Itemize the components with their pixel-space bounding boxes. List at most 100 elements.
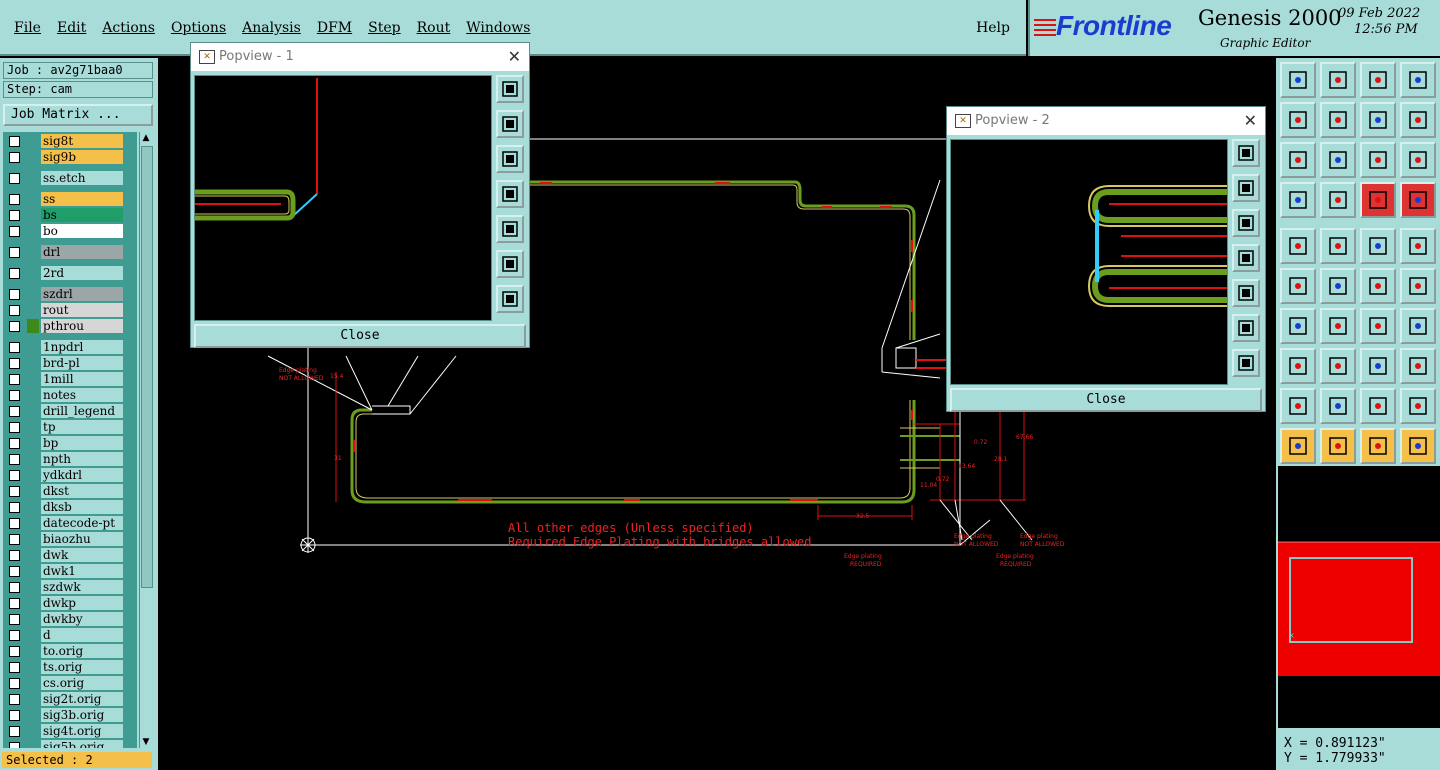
layer-checkbox[interactable] — [9, 136, 20, 147]
fit-screen-icon[interactable] — [1400, 62, 1436, 98]
layer-checkbox[interactable] — [9, 438, 20, 449]
zoom-in-icon[interactable] — [496, 250, 524, 278]
rotate-icon[interactable] — [1360, 308, 1396, 344]
move-left-icon[interactable] — [1280, 102, 1316, 138]
layer-checkbox[interactable] — [9, 358, 20, 369]
home-icon[interactable] — [1360, 62, 1396, 98]
layer-checkbox[interactable] — [9, 646, 20, 657]
layer-row[interactable]: bs — [3, 208, 137, 223]
select-net-icon[interactable] — [1400, 428, 1436, 464]
pattern-icon[interactable] — [1400, 348, 1436, 384]
layer-row[interactable]: bp — [3, 436, 137, 451]
layer-row[interactable]: dwkp — [3, 596, 137, 611]
popview-1-close-button[interactable]: Close — [194, 324, 526, 348]
redraw-icon[interactable] — [1400, 102, 1436, 138]
connect-red2-icon[interactable] — [1400, 182, 1436, 218]
layer-name[interactable]: tp — [41, 420, 123, 434]
layer-name[interactable]: 1npdrl — [41, 340, 123, 354]
layer-row[interactable]: cs.orig — [3, 676, 137, 691]
layer-row[interactable]: npth — [3, 452, 137, 467]
triangle4-icon[interactable] — [1400, 388, 1436, 424]
layer-checkbox[interactable] — [9, 210, 20, 221]
popview-1-canvas[interactable] — [194, 75, 492, 321]
layer-row[interactable]: szdwk — [3, 580, 137, 595]
layer-checkbox[interactable] — [9, 406, 20, 417]
layer-row[interactable]: dksb — [3, 500, 137, 515]
layer-checkbox[interactable] — [9, 502, 20, 513]
pan-down-icon[interactable] — [496, 145, 524, 173]
layer-row[interactable]: 2rd — [3, 266, 137, 281]
grid-icon[interactable] — [1320, 182, 1356, 218]
layer-row[interactable]: biaozhu — [3, 532, 137, 547]
layer-checkbox[interactable] — [9, 614, 20, 625]
layer-name[interactable]: ss — [41, 192, 123, 206]
connect-red-icon[interactable] — [1360, 182, 1396, 218]
layer-name[interactable]: sig8t — [41, 134, 123, 148]
layer-row[interactable]: drl — [3, 245, 137, 260]
menu-rout[interactable]: Rout — [409, 20, 459, 36]
layer-row[interactable]: datecode-pt — [3, 516, 137, 531]
scroll-up-icon[interactable]: ▲ — [141, 133, 151, 143]
layer-name[interactable]: datecode-pt — [41, 516, 123, 530]
move-right-icon[interactable] — [1320, 102, 1356, 138]
menu-file[interactable]: File — [6, 20, 49, 36]
layer-name[interactable]: 2rd — [41, 266, 123, 280]
minus-icon[interactable] — [1320, 348, 1356, 384]
layer-row[interactable]: sig9b — [3, 150, 137, 165]
layer-checkbox[interactable] — [9, 470, 20, 481]
layer-name[interactable]: dwkby — [41, 612, 123, 626]
layer-name[interactable]: notes — [41, 388, 123, 402]
layer-checkbox[interactable] — [9, 630, 20, 641]
layer-row[interactable]: dwk — [3, 548, 137, 563]
add-line-icon[interactable] — [1360, 268, 1396, 304]
popview-2-titlebar[interactable]: ✕ Popview - 2 ✕ — [947, 107, 1265, 135]
pan-right-icon[interactable] — [496, 215, 524, 243]
layer-row[interactable]: notes — [3, 388, 137, 403]
layer-list-scrollbar[interactable]: ▲ ▼ — [139, 132, 153, 748]
layer-name[interactable]: bp — [41, 436, 123, 450]
menu-edit[interactable]: Edit — [49, 20, 94, 36]
layer-row[interactable]: rout — [3, 303, 137, 318]
layer-checkbox[interactable] — [9, 598, 20, 609]
layer-checkbox[interactable] — [9, 550, 20, 561]
layer-name[interactable]: dkst — [41, 484, 123, 498]
layer-checkbox[interactable] — [9, 194, 20, 205]
layer-row[interactable]: dwkby — [3, 612, 137, 627]
layer-name[interactable]: sig5b.orig — [41, 740, 123, 748]
layer-checkbox[interactable] — [9, 289, 20, 300]
menu-dfm[interactable]: DFM — [309, 20, 360, 36]
zoom-out-icon[interactable] — [496, 285, 524, 313]
layer-row[interactable]: sig3b.orig — [3, 708, 137, 723]
layer-name[interactable]: biaozhu — [41, 532, 123, 546]
layer-checkbox[interactable] — [9, 566, 20, 577]
pan-right-icon[interactable] — [1232, 279, 1260, 307]
snap-up-icon[interactable] — [1280, 62, 1316, 98]
mirror-icon[interactable] — [1400, 308, 1436, 344]
select-icon[interactable] — [1280, 428, 1316, 464]
pan-left-icon[interactable] — [496, 180, 524, 208]
layer-checkbox[interactable] — [9, 454, 20, 465]
menu-help[interactable]: Help — [976, 20, 1010, 36]
layer-row[interactable]: 1npdrl — [3, 340, 137, 355]
menu-actions[interactable]: Actions — [94, 20, 163, 36]
layer-name[interactable]: szdrl — [41, 287, 123, 301]
layer-name[interactable]: drill_legend — [41, 404, 123, 418]
layer-row[interactable]: ydkdrl — [3, 468, 137, 483]
help-icon[interactable] — [1400, 142, 1436, 178]
layer-checkbox[interactable] — [9, 678, 20, 689]
overview-minimap[interactable]: × — [1278, 466, 1440, 728]
layer-checkbox[interactable] — [9, 226, 20, 237]
layer-name[interactable]: npth — [41, 452, 123, 466]
layer-checkbox[interactable] — [9, 152, 20, 163]
layer-checkbox[interactable] — [9, 662, 20, 673]
job-matrix-button[interactable]: Job Matrix ... — [3, 104, 153, 126]
snap-down-icon[interactable] — [1320, 62, 1356, 98]
layer-row[interactable]: sig2t.orig — [3, 692, 137, 707]
close-icon[interactable]: ✕ — [508, 43, 521, 71]
layer-name[interactable]: bo — [41, 224, 123, 238]
layer-name[interactable]: sig2t.orig — [41, 692, 123, 706]
layer-row[interactable]: sig4t.orig — [3, 724, 137, 739]
layer-row[interactable]: ts.orig — [3, 660, 137, 675]
layer-name[interactable]: bs — [41, 208, 123, 222]
layer-name[interactable]: brd-pl — [41, 356, 123, 370]
